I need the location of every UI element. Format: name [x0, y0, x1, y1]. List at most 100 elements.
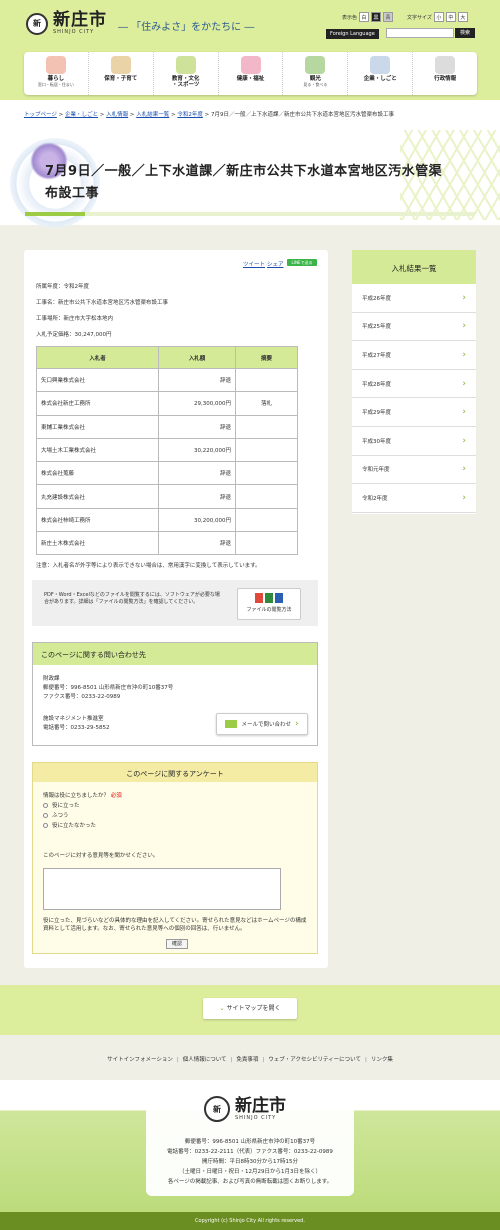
nav-item-administration[interactable]: 行政情報: [413, 52, 477, 95]
sidebar-item-h30[interactable]: 平成30年度 ›: [352, 427, 476, 456]
sidebar-item-r1[interactable]: 令和元年度 ›: [352, 456, 476, 485]
table-note: 注意：入札者名が外字等により表示できない場合は、常用漢字に変換して表示しています…: [36, 563, 261, 569]
footer-hours: 開庁時間：平日8時30分から17時15分: [202, 1159, 298, 1165]
display-tools: 表示色 白 黒 青 文字サイズ 小 中 大: [342, 12, 468, 22]
size-large-button[interactable]: 大: [457, 12, 468, 22]
book-icon: [175, 56, 196, 74]
survey-heading: このページに関するアンケート: [33, 763, 317, 782]
size-medium-button[interactable]: 中: [445, 12, 456, 22]
required-badge: 必須: [110, 793, 122, 799]
slogan: ― 「住みよさ」をかたちに ―: [118, 22, 255, 33]
chevron-right-icon: ›: [462, 349, 466, 360]
file-viewer-text: PDF・Word・Excelなどのファイルを閲覧するには、ソフトウェアが必要な場…: [44, 592, 220, 605]
footer-closed-days: （土曜日・日曜日・祝日・12月29日から1月3日を除く）: [179, 1169, 321, 1175]
contact-address: 郵便番号：996-8501 山形県新庄市沖の町10番37号: [43, 685, 174, 691]
survey-option-3[interactable]: 役に立たなかった: [43, 821, 96, 829]
size-label: 文字サイズ: [407, 14, 432, 21]
search-input[interactable]: [386, 28, 454, 38]
line-share-button[interactable]: LINEで送る: [287, 259, 317, 266]
survey-option-1[interactable]: 役に立った: [43, 801, 80, 809]
table-row: 新庄土木株式会社 辞退: [36, 531, 298, 556]
nav-item-living[interactable]: 暮らし 窓口・転居・住まい: [24, 52, 89, 95]
nav-item-business[interactable]: 企業・しごと: [348, 52, 414, 95]
footer-link-accessibility[interactable]: ウェブ・アクセシビリティーについて: [268, 1057, 361, 1063]
tweet-link[interactable]: ツイート: [243, 260, 265, 268]
nav-item-health[interactable]: 健康・福祉: [219, 52, 284, 95]
comment-textarea[interactable]: [43, 868, 281, 910]
page-title: 7月9日／一般／上下水道課／新庄市公共下水道本宮地区汚水管渠布設工事: [45, 164, 443, 201]
meta-price: 入札予定価格：30,247,000円: [36, 332, 112, 338]
mail-icon: [225, 720, 238, 728]
sidebar-item-h28[interactable]: 平成28年度 ›: [352, 370, 476, 399]
meta-year: 所属年度：令和2年度: [36, 284, 89, 290]
radio-button[interactable]: [43, 803, 48, 808]
footer-link-disclaimer[interactable]: 免責事項: [236, 1057, 258, 1063]
size-small-button[interactable]: 小: [433, 12, 444, 22]
footer-info: 新 新庄市 SHINJO CITY 郵便番号：996-8501 山形県新庄市沖の…: [146, 1086, 354, 1196]
businessman-icon: [370, 56, 391, 74]
table-row: 株式会社蒐藤 辞退: [36, 461, 298, 486]
nav-item-education[interactable]: 教育・文化 ・スポーツ: [154, 52, 219, 95]
table-row: 矢口興業株式会社 辞退: [36, 367, 298, 393]
rocking-horse-icon: [110, 56, 131, 74]
city-name-en: SHINJO CITY: [53, 29, 95, 35]
nav-item-childcare[interactable]: 保育・子育て: [89, 52, 154, 95]
contact-dept: 財政課: [43, 676, 60, 682]
breadcrumb-year[interactable]: 令和2年度: [177, 112, 203, 118]
radio-button[interactable]: [43, 813, 48, 818]
chevron-right-icon: ›: [294, 719, 299, 729]
sidebar-item-h25[interactable]: 平成25年度 ›: [352, 313, 476, 342]
copyright: Copyright (c) Shinjo City All rights res…: [0, 1212, 500, 1230]
footer-city-en: SHINJO CITY: [235, 1115, 277, 1121]
sidebar-item-h26[interactable]: 平成26年度 ›: [352, 284, 476, 313]
excel-icon: [265, 593, 273, 603]
col-remarks: 摘要: [235, 346, 298, 369]
header: 新 新庄市 SHINJO CITY ― 「住みよさ」をかたちに ― 表示色 白 …: [0, 0, 500, 100]
col-bidder: 入札者: [36, 346, 159, 369]
sidebar-item-h27[interactable]: 平成27年度 ›: [352, 341, 476, 370]
color-blue-button[interactable]: 青: [383, 12, 394, 22]
footer-link-info[interactable]: サイトインフォメーション: [107, 1057, 173, 1063]
chevron-right-icon: ›: [462, 435, 466, 446]
color-white-button[interactable]: 白: [359, 12, 370, 22]
color-black-button[interactable]: 黒: [371, 12, 382, 22]
search-button[interactable]: 検索: [455, 28, 475, 38]
site-logo[interactable]: 新 新庄市 SHINJO CITY: [26, 12, 107, 35]
bid-table: 入札者 入札額 摘要 矢口興業株式会社 辞退 株式会社新庄工務所 29,300,00…: [36, 346, 298, 556]
pdf-icon: [255, 593, 263, 603]
radio-button[interactable]: [43, 823, 48, 828]
chevron-down-icon: ⌄: [219, 1005, 225, 1012]
sidebar-heading: 入札結果一覧: [352, 250, 476, 284]
mail-inquiry-button[interactable]: メールで問い合わせ ›: [216, 713, 308, 735]
chevron-right-icon: ›: [462, 492, 466, 503]
footer-link-links[interactable]: リンク集: [371, 1057, 393, 1063]
chevron-right-icon: ›: [462, 292, 466, 303]
table-row: 大場土木工業株式会社 30,220,000円: [36, 437, 298, 463]
contact-fax: ファクス番号：0233-22-0989: [43, 694, 121, 700]
contact-dept2: 施設マネジメント推進室: [43, 716, 104, 722]
breadcrumb-bid-results[interactable]: 入札結果一覧: [136, 112, 169, 118]
title-underline: [25, 212, 475, 216]
contact-box: このページに関する問い合わせ先 財政課 郵便番号：996-8501 山形県新庄市…: [32, 642, 318, 746]
col-amount: 入札額: [158, 346, 236, 369]
chevron-right-icon: ›: [462, 321, 466, 332]
foreign-language-button[interactable]: Foreign Language: [326, 29, 379, 39]
comment-label: このページに対する意見等を聞かせください。: [43, 853, 159, 859]
footer-address: 郵便番号：996-8501 山形県新庄市沖の町10番37号: [184, 1139, 316, 1145]
sidebar: 入札結果一覧 平成26年度 › 平成25年度 › 平成27年度 › 平成28年度 › 平…: [352, 250, 476, 514]
heart-hands-icon: [240, 56, 261, 74]
facebook-share-link[interactable]: シェア: [267, 260, 284, 268]
breadcrumb-business[interactable]: 企業・しごと: [65, 112, 98, 118]
breadcrumb-top[interactable]: トップページ: [24, 112, 57, 118]
breadcrumb-bid-info[interactable]: 入札情報: [106, 112, 128, 118]
color-label: 表示色: [342, 14, 358, 21]
nav-item-tourism[interactable]: 観光 見る・食べる: [283, 52, 349, 95]
file-viewer-button[interactable]: ファイルの閲覧方法: [237, 588, 301, 620]
confirm-button[interactable]: 確認: [166, 939, 188, 949]
survey-option-2[interactable]: ふつう: [43, 811, 69, 819]
footer-link-privacy[interactable]: 個人情報について: [183, 1057, 227, 1063]
sitemap-open-button[interactable]: ⌄ サイトマップを開く: [203, 998, 297, 1019]
sidebar-item-r2[interactable]: 令和2年度 ›: [352, 484, 476, 513]
city-emblem-icon: 新: [204, 1096, 230, 1122]
sidebar-item-h29[interactable]: 平成29年度 ›: [352, 398, 476, 427]
